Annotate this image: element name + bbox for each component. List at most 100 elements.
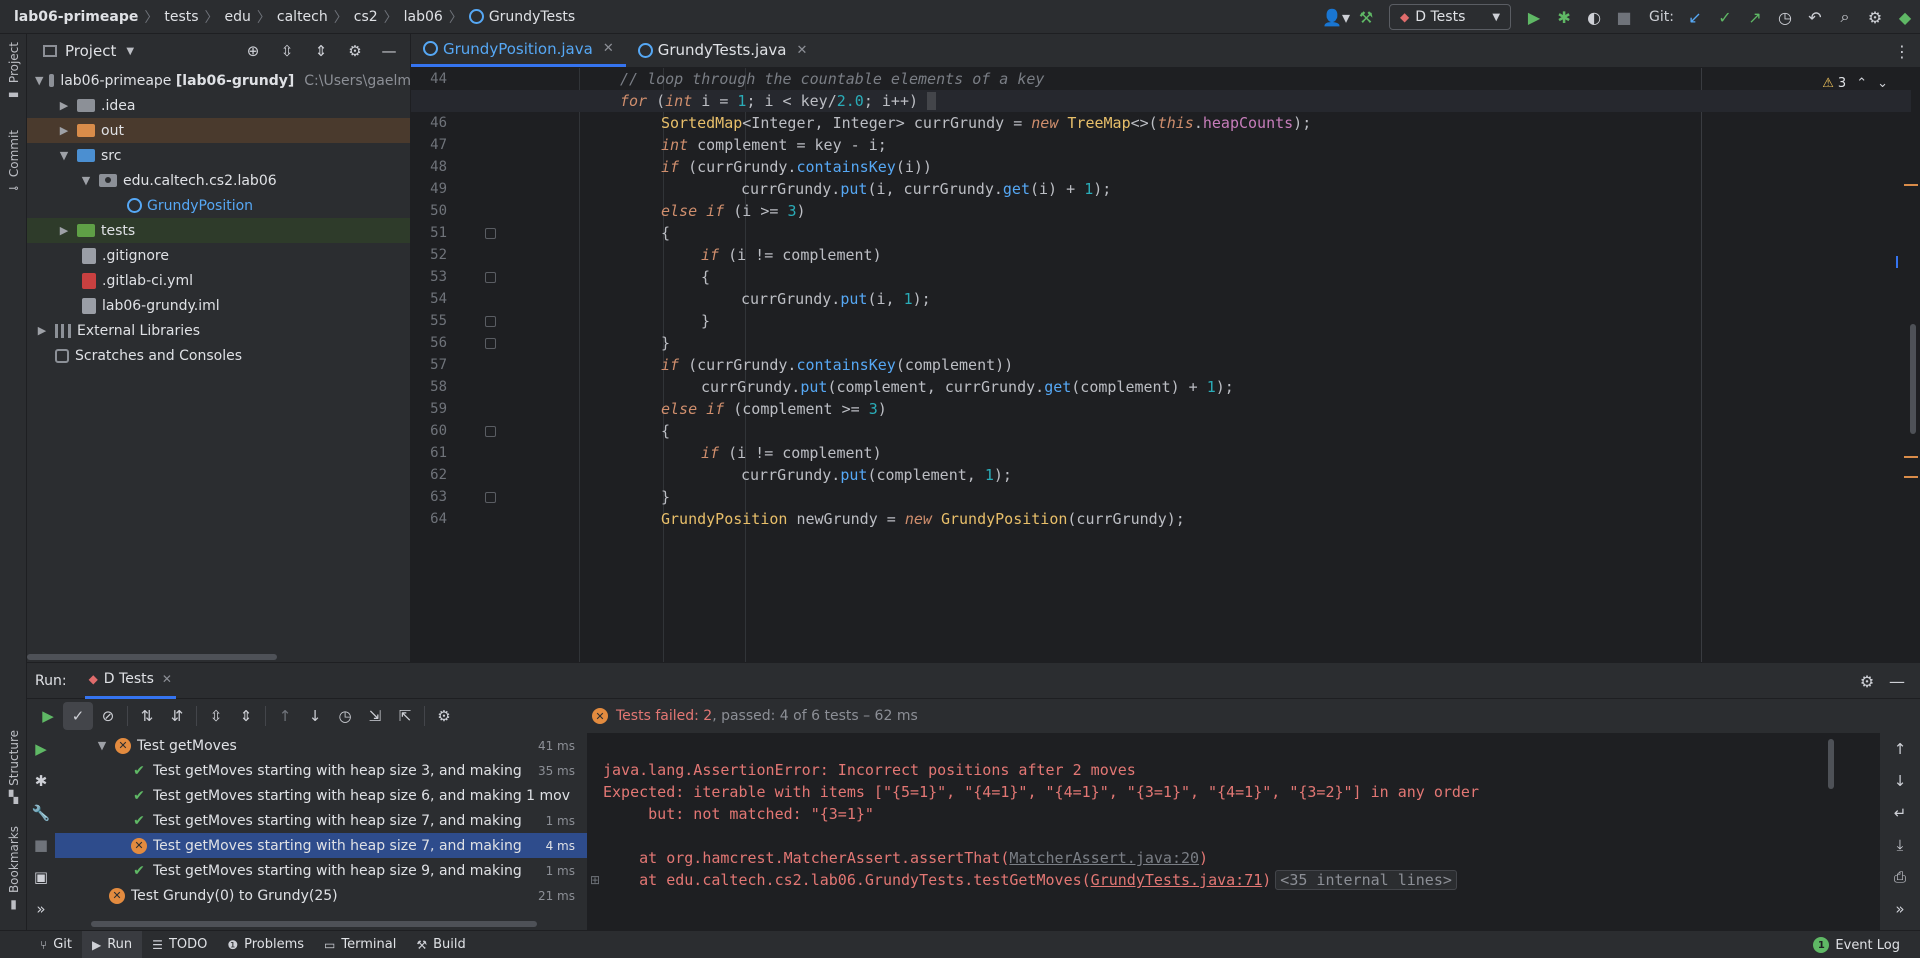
stop-icon[interactable]: ■ bbox=[27, 829, 55, 861]
code-area[interactable]: // loop through the countable elements o… bbox=[411, 68, 1911, 662]
event-log-button[interactable]: 1 Event Log bbox=[1813, 931, 1900, 958]
code-line[interactable]: else if (i >= 3) bbox=[411, 200, 1911, 222]
stop-icon[interactable]: ■ bbox=[1609, 2, 1639, 32]
tree-item-grundy-position[interactable]: GrundyPosition bbox=[27, 193, 410, 218]
build-hammer-icon[interactable]: ⚒ bbox=[1351, 2, 1381, 32]
sort-alphabetically-icon[interactable]: ⇅ bbox=[132, 702, 162, 730]
chevron-down-icon[interactable]: ▼ bbox=[57, 149, 71, 162]
code-line[interactable]: } bbox=[411, 310, 1911, 332]
code-line[interactable]: } bbox=[411, 332, 1911, 354]
close-icon[interactable]: ✕ bbox=[603, 41, 614, 56]
up-arrow-icon[interactable]: ↑ bbox=[1880, 733, 1920, 765]
tree-item-package[interactable]: ▼ edu.caltech.cs2.lab06 bbox=[27, 168, 410, 193]
code-line[interactable]: if (currGrundy.containsKey(i)) bbox=[411, 156, 1911, 178]
breadcrumb-item[interactable]: lab06-primeape bbox=[14, 9, 138, 25]
breadcrumb-item[interactable]: cs2 bbox=[354, 9, 378, 25]
change-stripe-marker[interactable] bbox=[1896, 256, 1898, 268]
tool-tab-run[interactable]: ▶ Run bbox=[82, 930, 143, 958]
tree-item-gitignore[interactable]: .gitignore bbox=[27, 243, 410, 268]
breadcrumb-item[interactable]: edu bbox=[225, 9, 251, 25]
user-icon[interactable]: 👤▾ bbox=[1321, 2, 1351, 32]
project-view-selector[interactable]: Project bbox=[65, 42, 116, 60]
print-icon[interactable]: ⎙ bbox=[1880, 861, 1920, 893]
internal-lines-fold[interactable]: <35 internal lines> bbox=[1275, 870, 1457, 890]
horizontal-scrollbar[interactable] bbox=[91, 921, 537, 927]
code-line[interactable]: currGrundy.put(complement, 1); bbox=[411, 464, 1911, 486]
chevron-down-icon[interactable]: ▼ bbox=[35, 74, 43, 87]
tool-tab-problems[interactable]: ❶ Problems bbox=[217, 931, 314, 958]
soft-wrap-icon[interactable]: ↵ bbox=[1880, 797, 1920, 829]
run-tab-d-tests[interactable]: ◆ D Tests ✕ bbox=[84, 663, 176, 699]
breadcrumb-item[interactable]: lab06 bbox=[404, 9, 443, 25]
rerun-icon[interactable]: ▶ bbox=[33, 702, 63, 730]
chevron-right-icon[interactable]: ▶ bbox=[35, 324, 49, 337]
tool-window-commit-tab[interactable]: Commit ⊸ bbox=[0, 130, 27, 195]
settings-icon[interactable]: ⚙ bbox=[1852, 666, 1882, 696]
editor-tab-grundy-position[interactable]: GrundyPosition.java ✕ bbox=[411, 34, 626, 67]
sort-by-duration-icon[interactable]: ⇵ bbox=[162, 702, 192, 730]
debug-icon[interactable]: ✱ bbox=[1549, 2, 1579, 32]
run-configuration-select[interactable]: ◆ D Tests ▼ bbox=[1389, 4, 1512, 30]
code-line[interactable]: { bbox=[411, 420, 1911, 442]
test-history-icon[interactable]: ◷ bbox=[330, 702, 360, 730]
code-line[interactable]: currGrundy.put(i, 1); bbox=[411, 288, 1911, 310]
tree-item-iml[interactable]: lab06-grundy.iml bbox=[27, 293, 410, 318]
tree-item-idea[interactable]: ▶ .idea bbox=[27, 93, 410, 118]
git-commit-icon[interactable]: ✓ bbox=[1710, 2, 1740, 32]
code-line[interactable]: if (currGrundy.containsKey(complement)) bbox=[411, 354, 1911, 376]
vertical-scrollbar[interactable] bbox=[1828, 739, 1834, 789]
show-ignored-icon[interactable]: ⊘ bbox=[93, 702, 123, 730]
breadcrumb-item-class[interactable]: GrundyTests bbox=[468, 9, 575, 25]
coverage-icon[interactable]: ◐ bbox=[1579, 2, 1609, 32]
tree-item-project-root[interactable]: ▼ lab06-primeape [lab06-grundy] C:\Users… bbox=[27, 68, 410, 93]
rollback-icon[interactable]: ↶ bbox=[1800, 2, 1830, 32]
code-line[interactable]: SortedMap<Integer, Integer> currGrundy =… bbox=[411, 112, 1911, 134]
settings-icon[interactable]: ⚙ bbox=[342, 42, 368, 60]
error-stripe-marker[interactable] bbox=[1904, 476, 1918, 478]
expand-all-icon[interactable]: ⇳ bbox=[201, 702, 231, 730]
test-case-row[interactable]: ✔ Test getMoves starting with heap size … bbox=[55, 808, 589, 833]
test-case-row[interactable]: ✔ Test getMoves starting with heap size … bbox=[55, 858, 589, 883]
code-line[interactable]: { bbox=[411, 222, 1911, 244]
vertical-scrollbar[interactable] bbox=[1910, 324, 1916, 434]
chevron-right-icon[interactable]: ▶ bbox=[57, 99, 71, 112]
debug-icon[interactable]: ✱ bbox=[27, 765, 55, 797]
show-passed-icon[interactable]: ✓ bbox=[63, 702, 93, 730]
inspection-widget[interactable]: ⚠ 3 ⌃ ⌄ bbox=[1822, 76, 1888, 91]
collapse-all-icon[interactable]: ⇕ bbox=[231, 702, 261, 730]
export-tests-icon[interactable]: ⇱ bbox=[390, 702, 420, 730]
code-line[interactable]: for (int i = 1; i < key/2.0; i++) bbox=[411, 90, 1911, 112]
more-tabs-icon[interactable]: ⋮ bbox=[1894, 42, 1910, 61]
horizontal-scrollbar[interactable] bbox=[27, 654, 277, 660]
import-tests-icon[interactable]: ⇲ bbox=[360, 702, 390, 730]
error-stripe-marker[interactable] bbox=[1904, 456, 1918, 458]
tree-item-src[interactable]: ▼ src bbox=[27, 143, 410, 168]
code-line[interactable]: int complement = key - i; bbox=[411, 134, 1911, 156]
chevron-right-icon[interactable]: ▶ bbox=[57, 224, 71, 237]
test-output-console[interactable]: java.lang.AssertionError: Incorrect posi… bbox=[587, 733, 1880, 931]
settings-icon[interactable]: ⚙ bbox=[429, 702, 459, 730]
code-line[interactable]: { bbox=[411, 266, 1911, 288]
code-line[interactable]: currGrundy.put(complement, currGrundy.ge… bbox=[411, 376, 1911, 398]
locate-file-icon[interactable]: ⊕ bbox=[240, 42, 266, 60]
more-icon[interactable]: » bbox=[1880, 893, 1920, 925]
tool-window-project-tab[interactable]: Project ▬ bbox=[0, 42, 27, 101]
test-case-row[interactable]: ✔ Test getMoves starting with heap size … bbox=[55, 758, 589, 783]
close-icon[interactable]: ✕ bbox=[796, 43, 807, 58]
git-update-icon[interactable]: ↙ bbox=[1680, 2, 1710, 32]
test-suite-row[interactable]: ▼ ✕ Test getMoves 41 ms bbox=[55, 733, 589, 758]
tool-tab-git[interactable]: ⑂ Git bbox=[30, 931, 82, 958]
error-stripe-marker[interactable] bbox=[1904, 184, 1918, 186]
down-arrow-icon[interactable]: ↓ bbox=[1880, 765, 1920, 797]
tree-item-tests[interactable]: ▶ tests bbox=[27, 218, 410, 243]
history-icon[interactable]: ◷ bbox=[1770, 2, 1800, 32]
code-line[interactable]: } bbox=[411, 486, 1911, 508]
git-push-icon[interactable]: ↗ bbox=[1740, 2, 1770, 32]
chevron-down-icon[interactable]: ▼ bbox=[95, 739, 109, 752]
tool-tab-build[interactable]: ⚒ Build bbox=[406, 931, 475, 958]
hide-icon[interactable]: — bbox=[376, 42, 402, 60]
camera-icon[interactable]: ▣ bbox=[27, 861, 55, 893]
source-link[interactable]: MatcherAssert.java:20 bbox=[1009, 849, 1199, 867]
tree-item-scratches[interactable]: Scratches and Consoles bbox=[27, 343, 410, 368]
settings-icon[interactable]: ⚙ bbox=[1860, 2, 1890, 32]
